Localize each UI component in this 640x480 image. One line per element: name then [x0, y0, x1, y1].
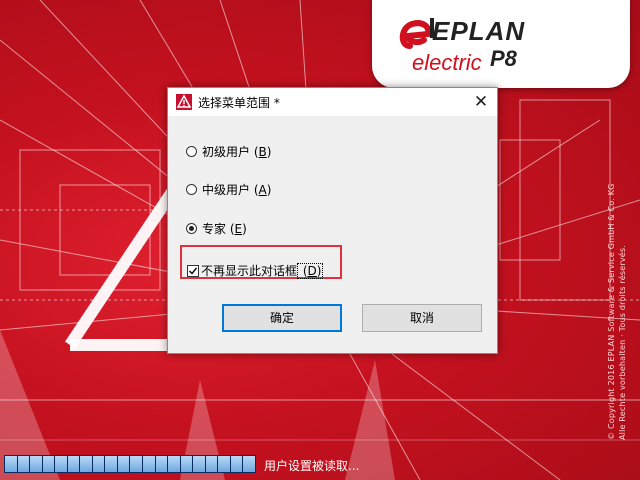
radio-intermediate[interactable]: 中级用户 (A) [186, 181, 271, 198]
progress-segment [80, 456, 92, 472]
progress-segment [168, 456, 180, 472]
radio-intermediate-label: 中级用户 [202, 183, 251, 197]
radio-circle[interactable] [186, 184, 197, 195]
radio-intermediate-key: A [258, 182, 267, 197]
dont-show-again-checkbox[interactable]: 不再显示此对话框 (D) [187, 262, 324, 279]
ok-button[interactable]: 确定 [222, 304, 342, 332]
radio-beginner-key: B [258, 144, 267, 159]
logo-brand: EPLAN [432, 16, 526, 46]
progress-segment [30, 456, 42, 472]
cancel-button[interactable]: 取消 [362, 304, 482, 332]
progress-segment [218, 456, 230, 472]
progress-segment [105, 456, 117, 472]
loading-status-text: 用户设置被读取... [264, 459, 360, 473]
checkbox-box[interactable] [187, 264, 199, 277]
copyright-text: © Copyright 2016 EPLAN Software & Servic… [606, 80, 628, 440]
progress-segment [180, 456, 193, 472]
checkmark-icon [189, 267, 198, 275]
checkbox-key: D [307, 263, 317, 278]
checkbox-label: 不再显示此对话框 [201, 264, 298, 278]
progress-segment [67, 456, 80, 472]
radio-expert[interactable]: 专家 (E) [186, 220, 247, 237]
progress-segment [92, 456, 105, 472]
progress-segment [143, 456, 155, 472]
radio-circle[interactable] [186, 146, 197, 157]
dialog-title: 选择菜单范围 * [198, 96, 280, 110]
close-button[interactable]: ✕ [465, 88, 497, 116]
logo-version: P8 [490, 46, 517, 71]
progress-segment [55, 456, 67, 472]
progress-segment [5, 456, 17, 472]
warning-app-icon [176, 94, 192, 110]
radio-beginner[interactable]: 初级用户 (B) [186, 143, 271, 160]
progress-segment [193, 456, 205, 472]
loading-progress-bar [4, 455, 256, 473]
logo-product: electric [412, 50, 482, 75]
radio-expert-key: E [234, 221, 243, 236]
progress-segment [130, 456, 143, 472]
radio-circle-selected[interactable] [186, 223, 197, 234]
progress-segment [205, 456, 218, 472]
radio-expert-label: 专家 [202, 222, 227, 236]
dialog-titlebar[interactable]: 选择菜单范围 * ✕ [168, 88, 497, 116]
radio-beginner-label: 初级用户 [202, 145, 251, 159]
eplan-logo-card: EPLAN electric P8 [372, 0, 630, 88]
progress-segment [17, 456, 30, 472]
progress-segment [117, 456, 130, 472]
progress-segment [42, 456, 55, 472]
progress-segment [155, 456, 168, 472]
copyright-line-1: © Copyright 2016 EPLAN Software & Servic… [607, 183, 616, 440]
menu-scope-dialog: 选择菜单范围 * ✕ 初级用户 (B) 中级用户 (A) 专家 (E) 不再显示… [167, 87, 498, 354]
progress-segment [230, 456, 243, 472]
copyright-line-2: Alle Rechte vorbehalten · Tous droits ré… [618, 245, 627, 440]
progress-segment [243, 456, 255, 472]
